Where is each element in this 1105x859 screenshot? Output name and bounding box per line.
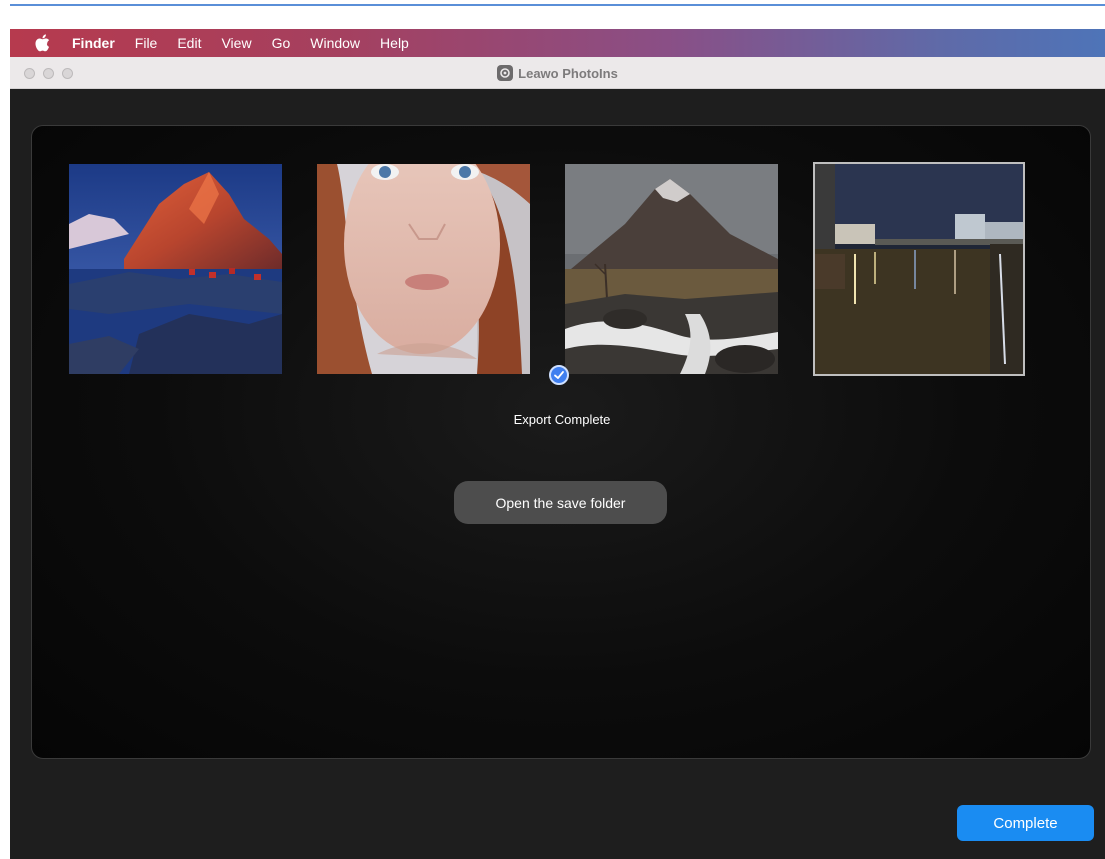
menu-file[interactable]: File [135, 35, 158, 51]
gallery-image-portrait[interactable] [317, 164, 530, 374]
menu-view[interactable]: View [221, 35, 251, 51]
window-title: Leawo PhotoIns [10, 57, 1105, 89]
menu-finder[interactable]: Finder [72, 35, 115, 51]
export-panel: Export Complete Open the save folder [31, 125, 1091, 759]
macos-menubar: Finder File Edit View Go Window Help [10, 29, 1105, 57]
gallery-image-mountain-lake[interactable] [69, 164, 282, 374]
menu-go[interactable]: Go [272, 35, 291, 51]
export-status-text: Export Complete [513, 412, 611, 427]
menu-edit[interactable]: Edit [177, 35, 201, 51]
checkmark-icon [549, 365, 569, 385]
apple-icon[interactable] [34, 34, 52, 52]
window-titlebar: Leawo PhotoIns [10, 57, 1105, 89]
open-save-folder-button[interactable]: Open the save folder [454, 481, 667, 524]
menu-window[interactable]: Window [310, 35, 360, 51]
window-title-text: Leawo PhotoIns [518, 65, 618, 81]
gallery-image-mountain-waterfall[interactable] [565, 164, 778, 374]
top-divider-line [10, 4, 1105, 6]
menu-help[interactable]: Help [380, 35, 409, 51]
leawo-logo-icon [497, 65, 514, 81]
gallery-image-night-river[interactable] [813, 162, 1025, 376]
app-window: Export Complete Open the save folder Com… [10, 89, 1105, 859]
complete-button[interactable]: Complete [957, 805, 1094, 841]
